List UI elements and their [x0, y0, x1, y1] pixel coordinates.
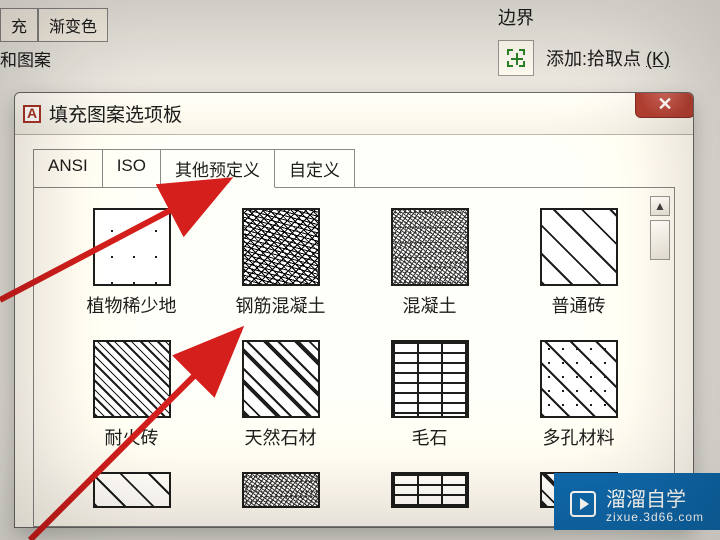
pattern-swatch: [391, 340, 469, 418]
pattern-swatch: [93, 208, 171, 286]
tab-iso[interactable]: ISO: [102, 149, 161, 188]
tab-strip: ANSI ISO 其他预定义 自定义: [33, 149, 675, 188]
close-icon: ✕: [657, 94, 672, 115]
pattern-label: 天然石材: [245, 424, 317, 450]
pattern-item[interactable]: 钢筋混凝土: [221, 208, 340, 318]
pattern-swatch: [540, 340, 618, 418]
pattern-swatch: [93, 472, 171, 508]
pattern-item[interactable]: 耐火砖: [72, 340, 191, 450]
watermark-brand: 溜溜自学: [606, 489, 686, 511]
pattern-item[interactable]: 毛石: [370, 340, 489, 450]
close-button[interactable]: ✕: [635, 92, 694, 118]
pattern-label: 耐火砖: [105, 424, 159, 450]
app-icon: [23, 105, 41, 123]
pattern-swatch: [391, 208, 469, 286]
pattern-swatch: [242, 340, 320, 418]
pattern-label: 植物稀少地: [87, 292, 177, 318]
pattern-item[interactable]: 混凝土: [370, 208, 489, 318]
add-pick-button[interactable]: [498, 40, 534, 76]
tab-ansi[interactable]: ANSI: [33, 149, 103, 188]
plus-icon: [507, 49, 525, 67]
pattern-item[interactable]: 普通砖: [519, 208, 638, 318]
pattern-swatch: [93, 340, 171, 418]
pattern-swatch: [391, 472, 469, 508]
bg-tab-gradient[interactable]: 渐变色: [38, 8, 108, 42]
bg-section-fill-pattern: 和图案: [0, 46, 51, 71]
pattern-item[interactable]: [221, 472, 340, 508]
pattern-item[interactable]: 多孔材料: [519, 340, 638, 450]
pattern-swatch: [242, 208, 320, 286]
dialog-title: 填充图案选项板: [49, 100, 182, 127]
titlebar[interactable]: 填充图案选项板 ✕: [15, 93, 693, 135]
scrollbar[interactable]: ▲: [650, 196, 670, 518]
pattern-label: 毛石: [412, 424, 448, 450]
pattern-label: 钢筋混凝土: [236, 292, 326, 318]
hatch-pattern-palette-dialog: 填充图案选项板 ✕ ANSI ISO 其他预定义 自定义 植物稀少地 钢筋混凝土: [14, 92, 694, 528]
pattern-item[interactable]: [370, 472, 489, 508]
pattern-item[interactable]: [72, 472, 191, 508]
scroll-up-icon[interactable]: ▲: [650, 196, 670, 216]
play-icon: [570, 491, 596, 517]
watermark-url: zixue.3d66.com: [606, 510, 704, 524]
pattern-swatch: [242, 472, 320, 508]
add-pick-label: 添加:拾取点 (K): [546, 45, 670, 71]
watermark: 溜溜自学 zixue.3d66.com: [554, 473, 720, 530]
tab-other-predefined[interactable]: 其他预定义: [160, 149, 275, 188]
pattern-label: 普通砖: [552, 292, 606, 318]
pattern-label: 多孔材料: [543, 424, 615, 450]
pattern-item[interactable]: 天然石材: [221, 340, 340, 450]
pattern-swatch: [540, 208, 618, 286]
bg-tab-fill[interactable]: 充: [0, 8, 38, 42]
tab-custom[interactable]: 自定义: [274, 149, 355, 188]
pattern-label: 混凝土: [403, 292, 457, 318]
pattern-item[interactable]: 植物稀少地: [72, 208, 191, 318]
scroll-thumb[interactable]: [650, 220, 670, 260]
boundary-label: 边界: [498, 4, 534, 30]
